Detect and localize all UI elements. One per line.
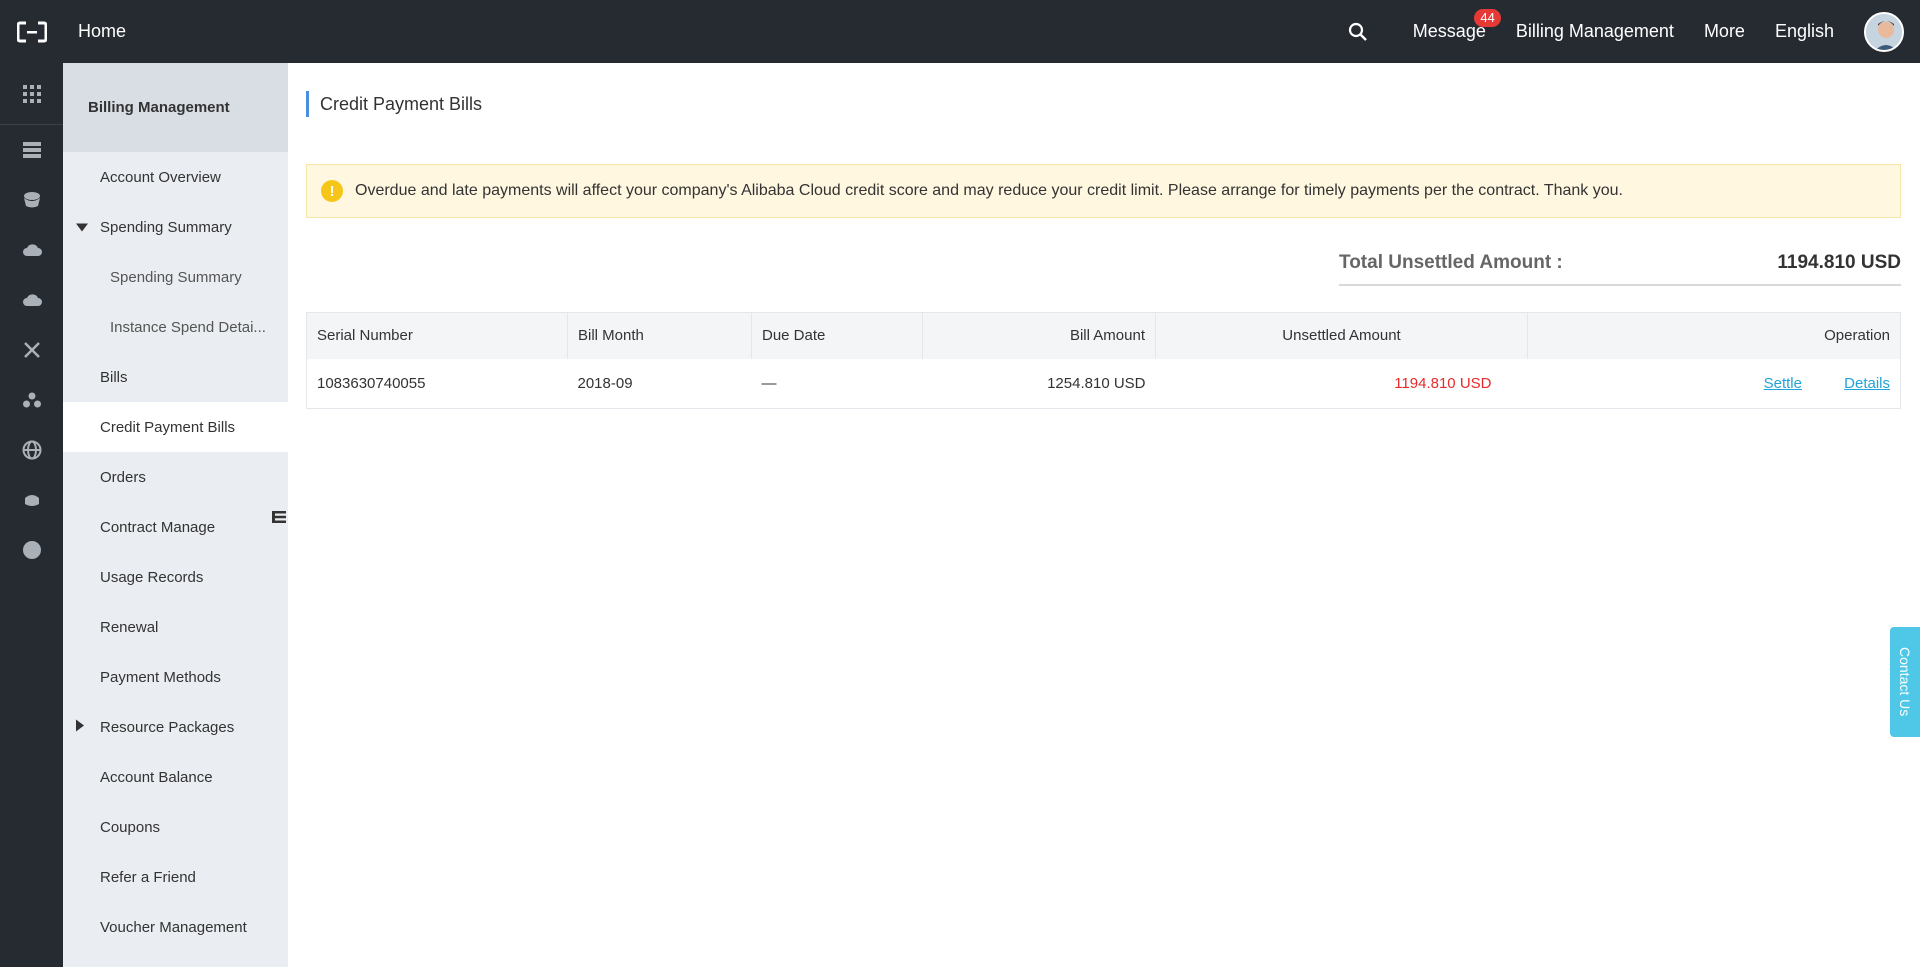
billing-sidebar: Billing Management Account Overview Spen… <box>63 63 288 967</box>
table-row: 1083630740055 2018-09 — 1254.810 USD 119… <box>307 359 1901 409</box>
message-count-badge: 44 <box>1474 9 1501 27</box>
sidebar-item-contract-manage[interactable]: Contract Manage <box>63 502 288 552</box>
sidebar-item-renewal[interactable]: Renewal <box>63 602 288 652</box>
main-content: Credit Payment Bills ! Overdue and late … <box>288 63 1920 967</box>
due-date-cell: — <box>761 374 777 392</box>
billing-management-link[interactable]: Billing Management <box>1516 21 1674 42</box>
total-unsettled-value: 1194.810 USD <box>1777 251 1901 273</box>
sidebar-item-credit-payment-bills[interactable]: Credit Payment Bills <box>63 402 288 452</box>
product-rail <box>0 63 63 967</box>
sidebar-item-spending-summary-group[interactable]: Spending Summary <box>63 202 288 252</box>
sidebar-item-resource-packages[interactable]: Resource Packages <box>63 702 288 752</box>
cloud-storage-icon[interactable] <box>0 225 63 275</box>
caret-down-icon <box>76 219 88 236</box>
column-header-bill-amount: Bill Amount <box>922 312 1156 359</box>
sidebar-item-account-overview[interactable]: Account Overview <box>63 152 288 202</box>
operation-cell: Settle Details <box>1528 359 1901 409</box>
sidebar-item-bills[interactable]: Bills <box>63 352 288 402</box>
cluster-icon[interactable] <box>0 375 63 425</box>
sidebar-item-coupons[interactable]: Coupons <box>63 802 288 852</box>
caret-right-icon <box>76 719 84 736</box>
collapse-sidebar-icon[interactable] <box>270 490 288 544</box>
column-header-serial-number: Serial Number <box>306 312 568 359</box>
page-title: Credit Payment Bills <box>306 91 482 117</box>
sidebar-item-voucher-management[interactable]: Voucher Management <box>63 902 288 952</box>
message-label: Message <box>1412 21 1486 41</box>
sidebar-item-label: Spending Summary <box>100 218 232 236</box>
globe-icon[interactable] <box>0 425 63 475</box>
circle-icon[interactable] <box>0 525 63 575</box>
credit-bills-table: Serial Number Bill Month Due Date Bill A… <box>306 312 1901 409</box>
serial-number-cell: 1083630740055 <box>317 374 426 392</box>
column-header-operation: Operation <box>1527 312 1901 359</box>
settle-link[interactable]: Settle <box>1764 375 1802 392</box>
top-navbar: Home Message 44 Billing Management More … <box>0 0 1920 63</box>
message-link[interactable]: Message 44 <box>1412 9 1501 42</box>
server-icon[interactable] <box>0 125 63 175</box>
sidebar-item-payment-methods[interactable]: Payment Methods <box>63 652 288 702</box>
column-header-due-date: Due Date <box>751 312 923 359</box>
sidebar-title: Billing Management <box>63 63 288 152</box>
details-link[interactable]: Details <box>1844 375 1890 392</box>
more-menu[interactable]: More <box>1704 21 1745 42</box>
total-unsettled-summary: Total Unsettled Amount : 1194.810 USD <box>1339 241 1901 286</box>
database-icon[interactable] <box>0 175 63 225</box>
sidebar-item-spending-summary[interactable]: Spending Summary <box>63 252 288 302</box>
home-link[interactable]: Home <box>78 21 126 42</box>
table-header-row: Serial Number Bill Month Due Date Bill A… <box>306 312 1901 359</box>
sidebar-item-account-balance[interactable]: Account Balance <box>63 752 288 802</box>
unsettled-amount-cell: 1194.810 USD <box>1394 374 1492 392</box>
sidebar-item-usage-records[interactable]: Usage Records <box>63 552 288 602</box>
column-header-bill-month: Bill Month <box>567 312 752 359</box>
network-icon[interactable] <box>0 325 63 375</box>
sidebar-item-label: Resource Packages <box>100 718 235 736</box>
column-header-unsettled-amount: Unsettled Amount <box>1155 312 1528 359</box>
sidebar-item-orders[interactable]: Orders <box>63 452 288 502</box>
search-icon[interactable] <box>1343 17 1373 47</box>
language-selector[interactable]: English <box>1775 21 1834 42</box>
alibaba-cloud-logo-icon[interactable] <box>0 0 63 63</box>
contact-us-button[interactable]: Contact Us <box>1890 627 1920 737</box>
sidebar-item-instance-spend-details[interactable]: Instance Spend Detai... <box>63 302 288 352</box>
total-unsettled-label: Total Unsettled Amount : <box>1339 251 1563 273</box>
bill-month-cell: 2018-09 <box>577 374 633 392</box>
warning-icon: ! <box>321 180 343 202</box>
cloud-upload-icon[interactable] <box>0 275 63 325</box>
user-avatar[interactable] <box>1864 11 1904 52</box>
grid-apps-icon[interactable] <box>0 63 63 125</box>
sidebar-item-refer-a-friend[interactable]: Refer a Friend <box>63 852 288 902</box>
security-icon[interactable] <box>0 475 63 525</box>
alert-text: Overdue and late payments will affect yo… <box>355 182 1623 199</box>
credit-warning-alert: ! Overdue and late payments will affect … <box>306 164 1901 218</box>
bill-amount-cell: 1254.810 USD <box>1047 374 1146 392</box>
